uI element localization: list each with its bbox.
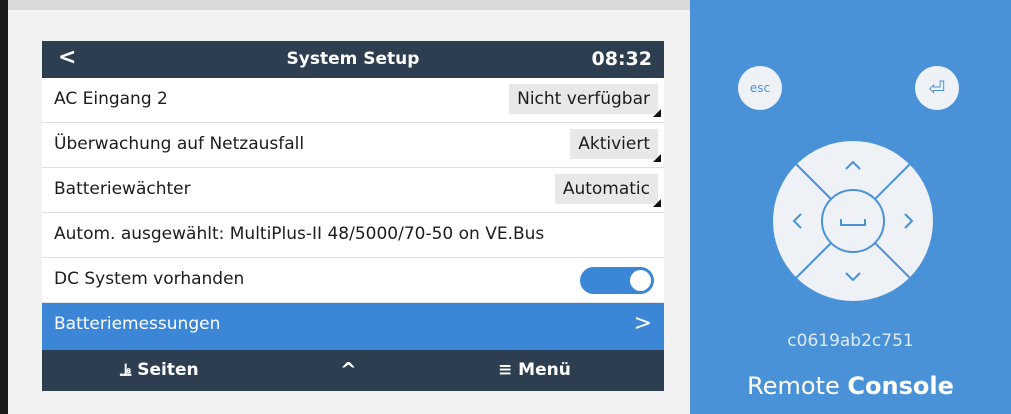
setting-row-battery-monitor[interactable]: Batteriewächter Automatic [42,168,664,213]
device-id: c0619ab2c751 [787,331,914,351]
chevron-right-icon: > [633,311,652,336]
setting-value[interactable]: Automatic [554,174,661,207]
dpad [773,141,933,301]
title-bar: < System Setup 08:32 [42,41,664,78]
setting-value[interactable]: Nicht verfügbar [509,84,661,117]
brand-title: Remote Console [747,372,954,400]
dropdown-corner-icon [653,199,661,207]
bottom-bar: ⫡ Seiten ^ ≡ Menü [42,350,664,391]
setting-row-grid-monitoring[interactable]: Überwachung auf Netzausfall Aktiviert [42,123,664,168]
auto-selected-text: Autom. ausgewählt: MultiPlus-II 48/5000/… [54,224,545,244]
page-title: System Setup [286,49,420,69]
setting-label: Batteriewächter [54,179,191,199]
setting-label: AC Eingang 2 [54,89,168,109]
esc-button[interactable]: esc [738,66,782,110]
dropdown-corner-icon [653,109,661,117]
clock: 08:32 [591,48,652,70]
toggle-knob [630,270,651,291]
menu-button[interactable]: ≡ Menü [498,360,571,380]
menu-item-label: Batteriemessungen [54,314,221,334]
dc-system-toggle[interactable] [580,267,654,294]
menu-icon: ≡ [498,360,513,380]
dpad-ring [773,141,933,301]
remote-control-panel: esc ⏎ c0619ab2c751 Remote Console [690,0,1011,414]
menu-item-battery-measurements[interactable]: Batteriemessungen > [42,303,664,350]
setting-row-dc-system[interactable]: DC System vorhanden [42,258,664,303]
setting-value[interactable]: Aktiviert [570,129,661,162]
pages-button[interactable]: ⫡ Seiten [120,360,199,380]
auto-selected-info-row: Autom. ausgewählt: MultiPlus-II 48/5000/… [42,213,664,258]
enter-button[interactable]: ⏎ [915,66,959,110]
top-strip [8,0,690,10]
setting-label: DC System vorhanden [54,269,245,289]
device-screen: < System Setup 08:32 AC Eingang 2 Nicht … [42,41,664,391]
setting-label: Überwachung auf Netzausfall [54,134,305,154]
scroll-up-button[interactable]: ^ [340,358,357,382]
pages-icon: ⫡ [120,360,132,380]
dropdown-corner-icon [653,154,661,162]
left-border [0,0,8,414]
setting-row-ac-input-2[interactable]: AC Eingang 2 Nicht verfügbar [42,78,664,123]
